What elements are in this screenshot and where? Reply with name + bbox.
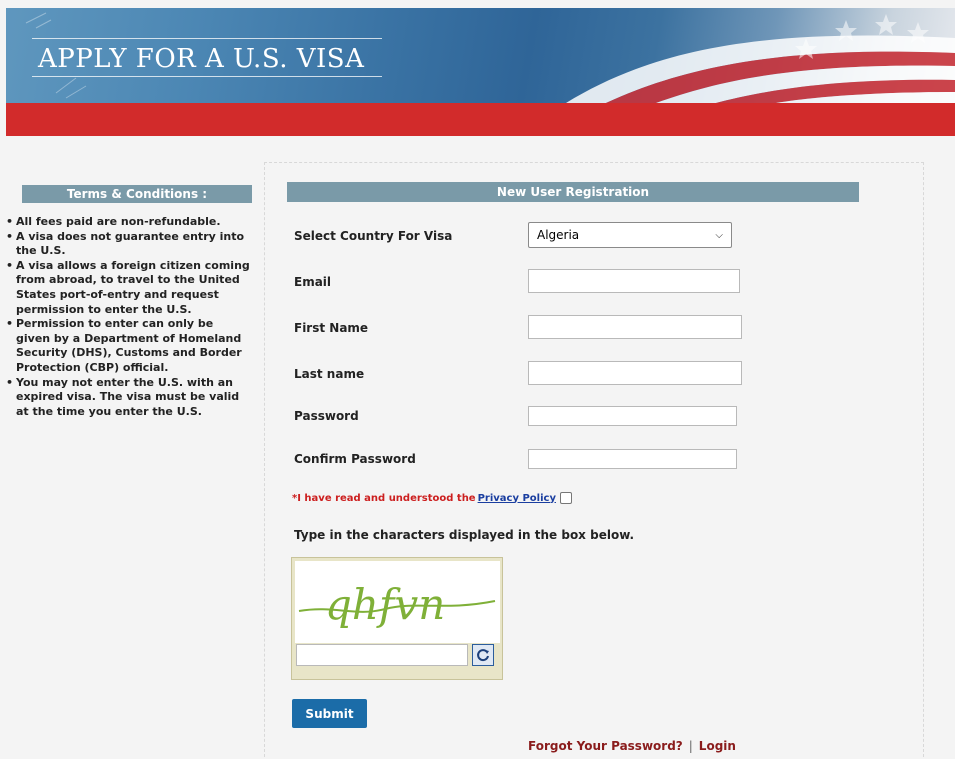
terms-heading: Terms & Conditions : <box>22 185 252 203</box>
privacy-policy-link[interactable]: Privacy Policy <box>478 493 556 504</box>
header-red-bar <box>6 103 955 136</box>
title-rule-bottom <box>32 76 382 77</box>
forgot-password-link[interactable]: Forgot Your Password? <box>528 739 683 753</box>
country-select[interactable]: Algeria ⌵ <box>528 222 732 248</box>
confirm-password-field[interactable] <box>528 449 737 469</box>
last-name-field[interactable] <box>528 361 742 385</box>
terms-list: All fees paid are non-refundable. A visa… <box>6 215 251 419</box>
first-name-field[interactable] <box>528 315 742 339</box>
country-label: Select Country For Visa <box>294 229 453 243</box>
title-rule-top <box>32 38 382 39</box>
captcha-container: qhfvn <box>291 557 503 680</box>
country-select-value: Algeria <box>537 228 580 242</box>
terms-item: All fees paid are non-refundable. <box>6 215 251 230</box>
email-field[interactable] <box>528 269 740 293</box>
privacy-consent: *I have read and understood the Privacy … <box>292 492 572 504</box>
privacy-prefix: *I have read and understood the <box>292 492 476 504</box>
confirm-password-label: Confirm Password <box>294 452 416 466</box>
login-link[interactable]: Login <box>699 739 736 753</box>
terms-item: Permission to enter can only be given by… <box>6 317 251 375</box>
chevron-down-icon: ⌵ <box>715 229 723 241</box>
link-separator: | <box>688 739 693 753</box>
terms-item: A visa allows a foreign citizen coming f… <box>6 259 251 317</box>
site-header: APPLY FOR A U.S. VISA <box>6 8 955 103</box>
last-name-label: Last name <box>294 367 365 381</box>
captcha-text: qhfvn <box>325 580 445 629</box>
refresh-captcha-button[interactable] <box>472 644 494 666</box>
submit-button[interactable]: Submit <box>292 699 367 728</box>
captcha-input[interactable] <box>296 644 468 666</box>
terms-item: A visa does not guarantee entry into the… <box>6 230 251 259</box>
first-name-label: First Name <box>294 321 369 335</box>
terms-item: You may not enter the U.S. with an expir… <box>6 376 251 420</box>
password-field[interactable] <box>528 406 737 426</box>
registration-heading: New User Registration <box>287 182 859 202</box>
privacy-checkbox[interactable] <box>559 492 572 504</box>
refresh-icon <box>477 649 489 662</box>
page-title: APPLY FOR A U.S. VISA <box>38 44 365 74</box>
password-label: Password <box>294 409 359 423</box>
captcha-instructions: Type in the characters displayed in the … <box>294 528 635 542</box>
captcha-image: qhfvn <box>295 561 500 643</box>
email-label: Email <box>294 275 332 289</box>
account-links: Forgot Your Password? | Login <box>528 739 736 753</box>
